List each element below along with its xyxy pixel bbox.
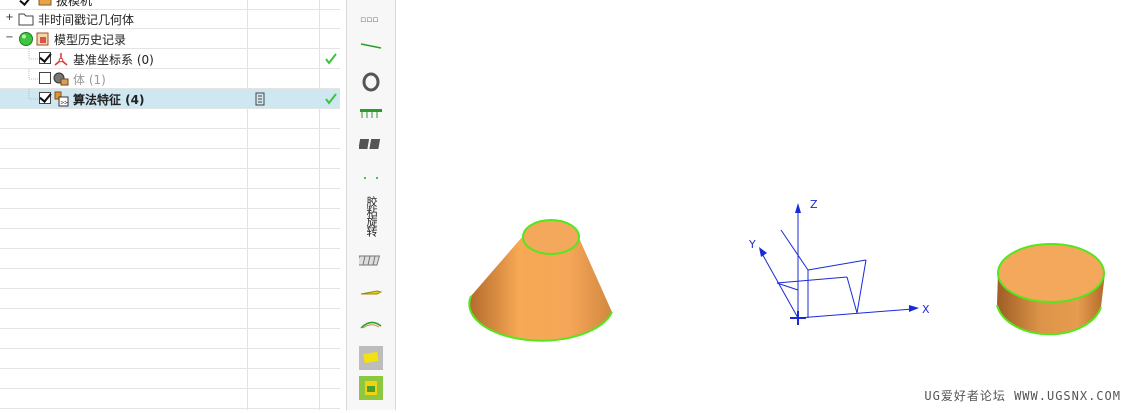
- body-icon: [53, 72, 69, 86]
- x-axis-label: X: [922, 303, 930, 316]
- empty-row: [0, 269, 340, 289]
- face-highlight-icon[interactable]: [359, 346, 383, 370]
- empty-row: [0, 349, 340, 369]
- svg-text:>>: >>: [61, 100, 69, 107]
- empty-row: [0, 129, 340, 149]
- watermark: UG爱好者论坛 WWW.UGSNX.COM: [924, 389, 1121, 403]
- tree-row-algorithm-feature[interactable]: >> 算法特征 (4): [0, 89, 340, 109]
- empty-row: [0, 289, 340, 309]
- empty-row: [0, 109, 340, 129]
- empty-row: [0, 369, 340, 389]
- empty-row: [0, 389, 340, 409]
- model-scene[interactable]: Z Y X: [397, 0, 1127, 410]
- expand-icon[interactable]: +: [5, 13, 14, 23]
- vertical-toolbar: ▫▫▫ 胶粘旋转: [346, 0, 396, 410]
- empty-row: [0, 209, 340, 229]
- svg-text:▫▫▫: ▫▫▫: [360, 15, 378, 25]
- tree-row-non-timestamp-geometry[interactable]: + 非时间戳记几何体: [0, 9, 340, 29]
- tree-item-label: 模型历史记录: [54, 33, 127, 47]
- cylinder-body[interactable]: [996, 243, 1105, 336]
- empty-row: [0, 249, 340, 269]
- tree-item-label: 非时间戳记几何体: [38, 13, 135, 27]
- empty-row: [0, 329, 340, 349]
- empty-row: [0, 169, 340, 189]
- cone-body[interactable]: [468, 219, 613, 348]
- y-axis-label: Y: [748, 238, 756, 251]
- script-icon: [255, 92, 265, 106]
- empty-row: [0, 189, 340, 209]
- history-icon: [36, 32, 49, 46]
- tree-item-label: 算法特征 (4): [73, 93, 145, 107]
- comb-icon[interactable]: [359, 104, 383, 124]
- tree-row-model-history[interactable]: − 模型历史记录: [0, 29, 340, 49]
- visibility-checkbox[interactable]: [39, 72, 51, 84]
- checkmark-icon[interactable]: [20, 0, 32, 8]
- empty-row: [0, 229, 340, 249]
- collapse-icon[interactable]: −: [5, 33, 14, 43]
- folder-icon: [18, 13, 34, 26]
- tree-row-datum-csys[interactable]: 基准坐标系 (0): [0, 49, 340, 69]
- tree-item-label: 体 (1): [73, 73, 106, 87]
- pencil-icon[interactable]: [359, 282, 383, 302]
- surface-mesh-icon[interactable]: [359, 250, 383, 270]
- algorithm-feature-icon: >>: [54, 91, 69, 107]
- dotted-curve-icon[interactable]: ▫▫▫: [359, 8, 383, 28]
- up-to-date-check-icon: [325, 53, 337, 65]
- empty-row: [0, 149, 340, 169]
- draft-icon: [38, 0, 52, 6]
- tree-item-label: 拔模机: [56, 0, 93, 8]
- part-navigator: 拔模机 + 非时间戳记几何体 − 模型历史记录 基准坐标系 (0) 体 (1) …: [0, 0, 340, 410]
- region-analysis-icon[interactable]: [359, 376, 383, 400]
- up-to-date-check-icon: [325, 93, 337, 105]
- datum-csys-icon: [54, 53, 68, 66]
- visibility-checkbox[interactable]: [39, 92, 51, 104]
- toolbar-vertical-label[interactable]: 胶粘旋转: [363, 196, 379, 236]
- z-axis-label: Z: [810, 198, 818, 211]
- tree-item-label: 基准坐标系 (0): [73, 53, 154, 67]
- points-icon[interactable]: [359, 168, 383, 188]
- tree-row-body[interactable]: 体 (1): [0, 69, 340, 89]
- empty-row: [0, 309, 340, 329]
- visibility-checkbox[interactable]: [39, 52, 51, 64]
- sheets-icon[interactable]: [359, 134, 383, 154]
- datum-csys[interactable]: [759, 203, 919, 325]
- green-status-icon: [19, 32, 33, 46]
- curve-on-surface-icon[interactable]: [359, 314, 383, 334]
- ring-icon[interactable]: [359, 72, 383, 92]
- graphics-window[interactable]: Z Y X UG爱好者论坛 WWW.UGSNX.COM: [397, 0, 1127, 410]
- line-icon[interactable]: [359, 36, 383, 56]
